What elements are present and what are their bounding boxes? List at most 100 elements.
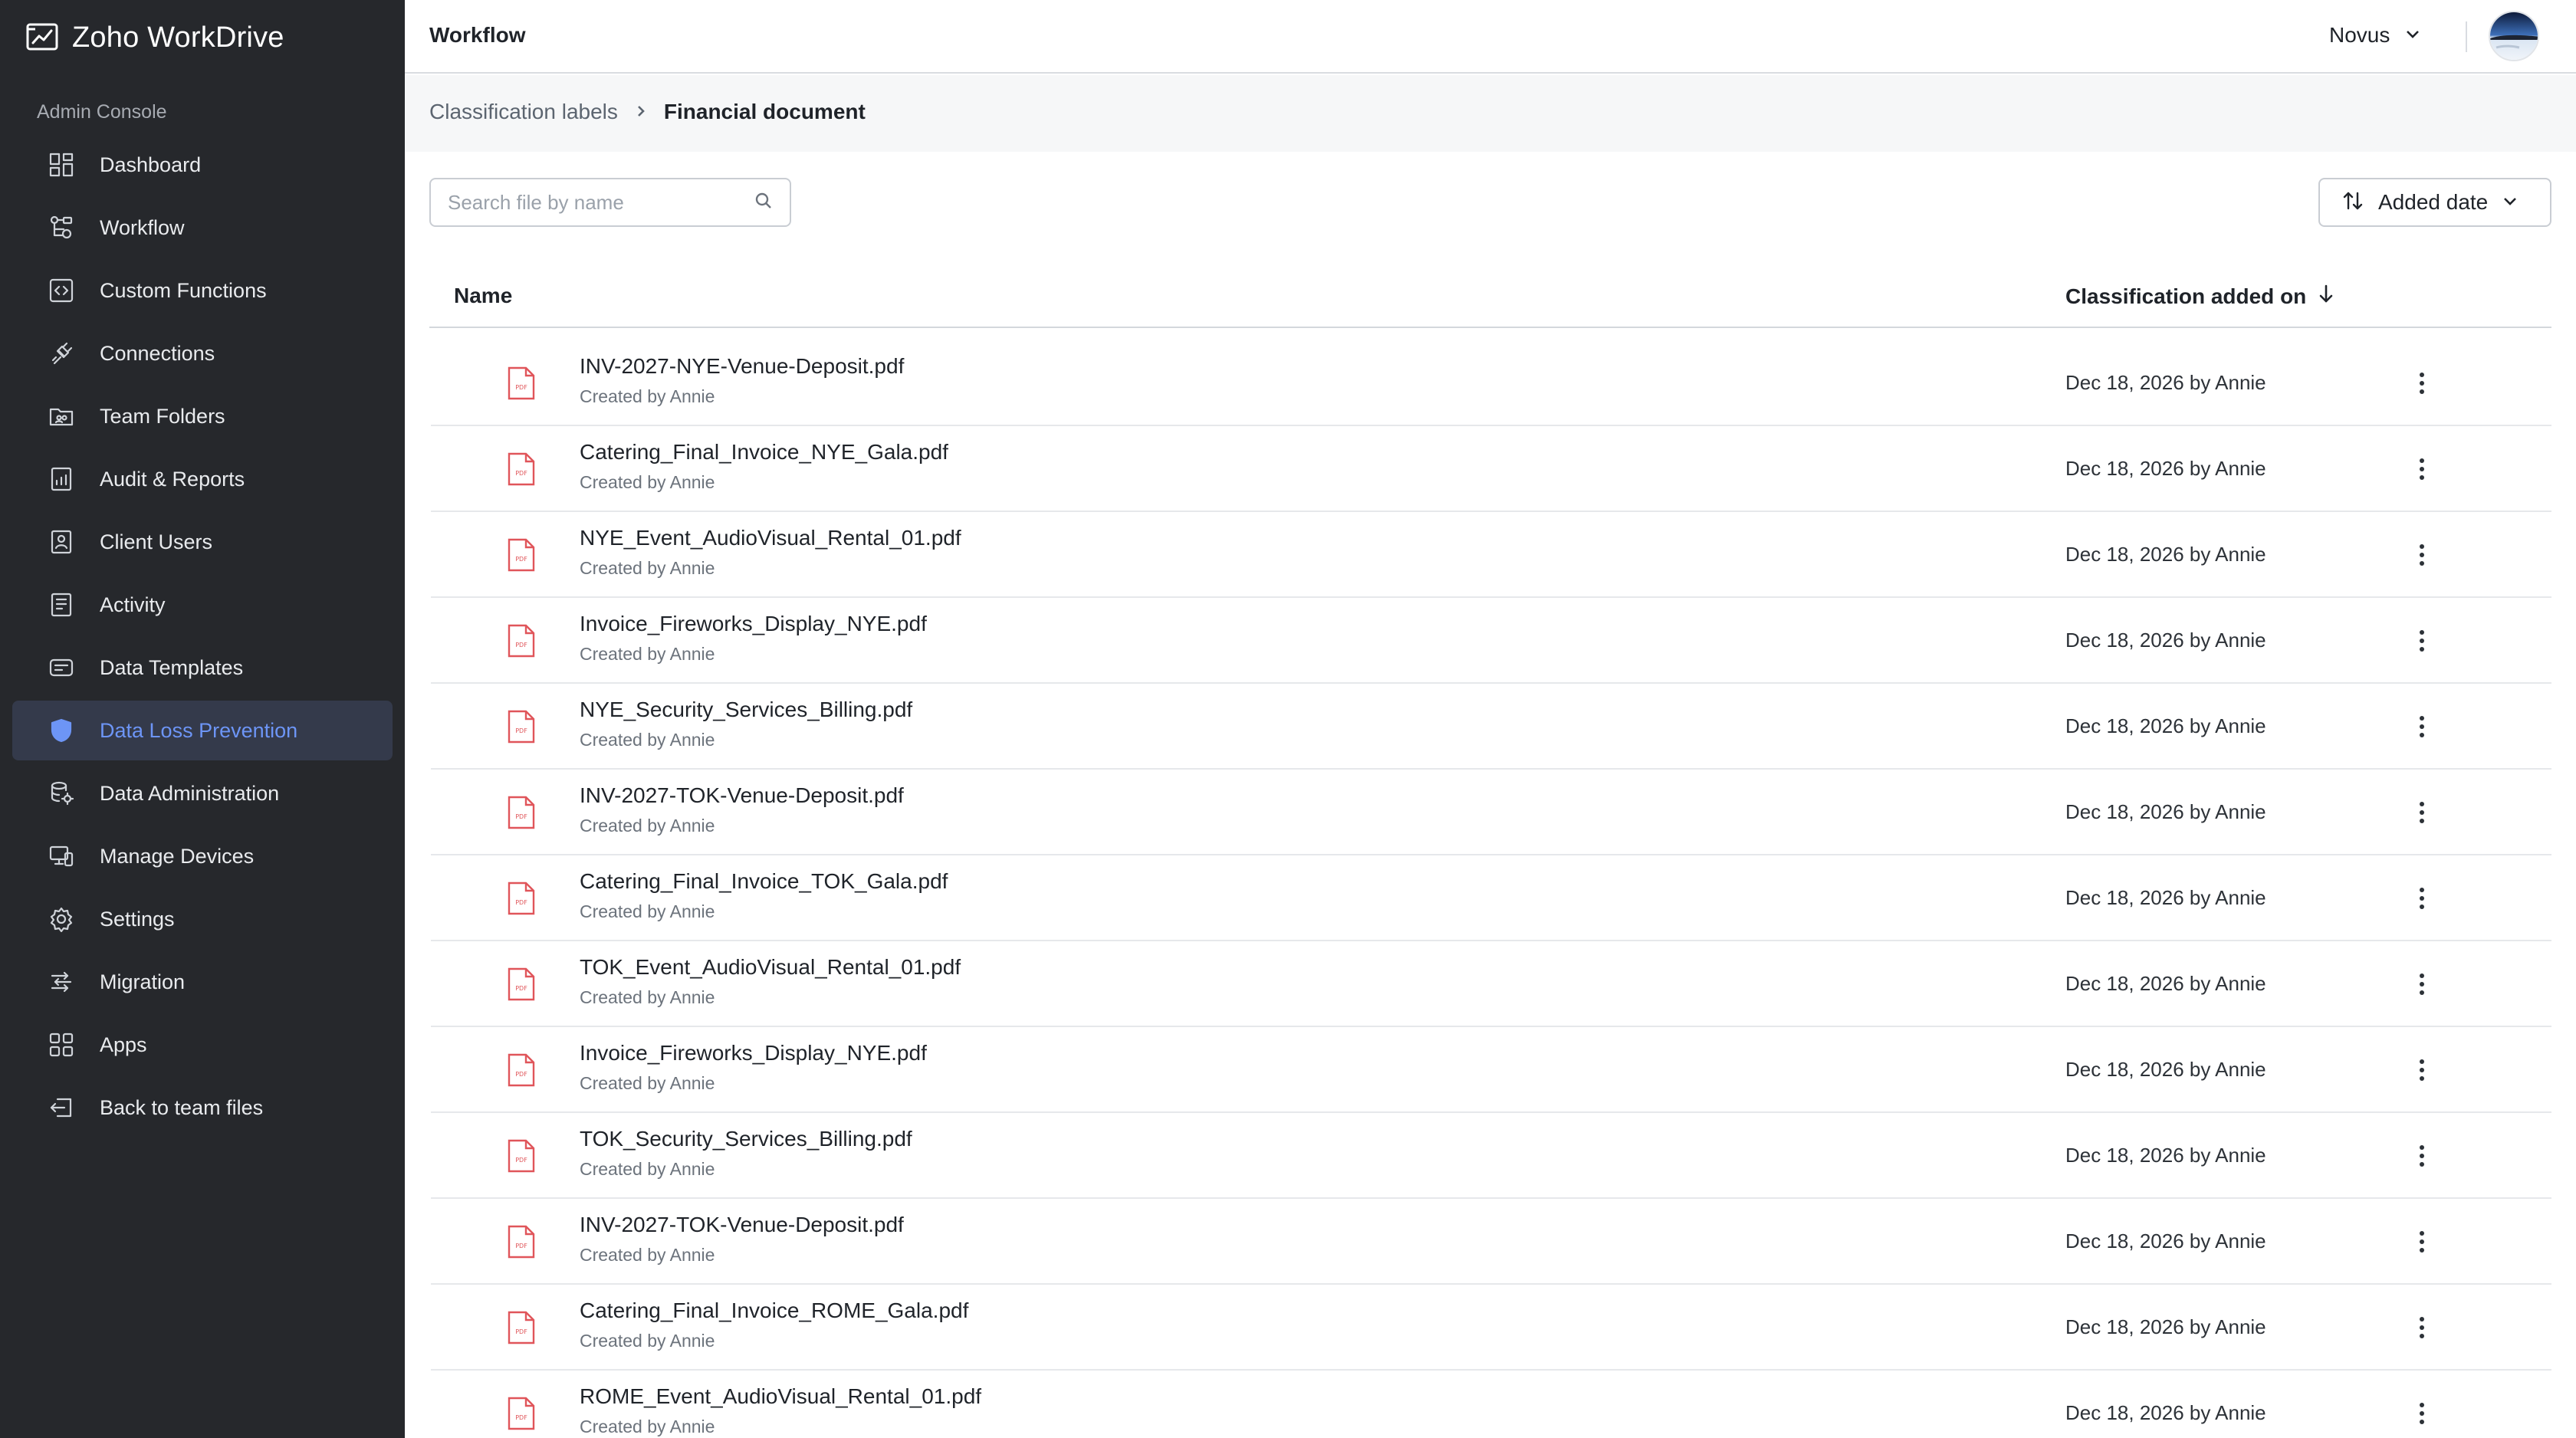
sidebar-item-apps[interactable]: Apps (12, 1015, 393, 1075)
pdf-file-icon: PDF (508, 710, 535, 744)
sidebar-item-client-users[interactable]: Client Users (12, 512, 393, 572)
apps-icon (48, 1031, 75, 1059)
table-row[interactable]: PDF Catering_Final_Invoice_NYE_Gala.pdf … (431, 426, 2551, 512)
table-header: Name Classification added on (429, 265, 2551, 328)
file-name[interactable]: ROME_Event_AudioVisual_Rental_01.pdf (580, 1384, 981, 1409)
more-vertical-icon[interactable] (2410, 967, 2433, 1001)
sort-dropdown[interactable]: Added date (2318, 178, 2551, 227)
file-name[interactable]: TOK_Security_Services_Billing.pdf (580, 1127, 912, 1151)
more-vertical-icon[interactable] (2410, 452, 2433, 486)
sidebar-item-label: Manage Devices (100, 844, 255, 868)
search-input[interactable] (448, 190, 754, 215)
workdrive-logo-icon (25, 18, 60, 57)
sidebar-item-dashboard[interactable]: Dashboard (12, 135, 393, 195)
file-created-by: Created by Annie (580, 386, 715, 406)
file-name[interactable]: NYE_Event_AudioVisual_Rental_01.pdf (580, 526, 961, 550)
table-row[interactable]: PDF Catering_Final_Invoice_TOK_Gala.pdf … (431, 855, 2551, 941)
file-name[interactable]: NYE_Security_Services_Billing.pdf (580, 698, 912, 722)
sidebar-item-data-loss-prevention[interactable]: Data Loss Prevention (12, 701, 393, 760)
classification-date: Dec 18, 2026 by Annie (2065, 371, 2266, 394)
sidebar-item-migration[interactable]: Migration (12, 952, 393, 1012)
file-created-by: Created by Annie (580, 1245, 715, 1265)
org-switcher[interactable]: Novus (2329, 23, 2422, 48)
more-vertical-icon[interactable] (2410, 882, 2433, 915)
more-vertical-icon[interactable] (2410, 1053, 2433, 1087)
data-administration-icon (48, 780, 75, 807)
sidebar-item-workflow[interactable]: Workflow (12, 198, 393, 258)
more-vertical-icon[interactable] (2410, 624, 2433, 658)
column-header-name[interactable]: Name (454, 284, 512, 308)
file-name[interactable]: INV-2027-NYE-Venue-Deposit.pdf (580, 354, 904, 379)
file-created-by: Created by Annie (580, 472, 715, 492)
svg-text:PDF: PDF (515, 813, 527, 820)
more-vertical-icon[interactable] (2410, 538, 2433, 572)
file-name[interactable]: Catering_Final_Invoice_ROME_Gala.pdf (580, 1298, 968, 1323)
svg-text:PDF: PDF (515, 899, 527, 906)
file-name[interactable]: INV-2027-TOK-Venue-Deposit.pdf (580, 1213, 904, 1237)
sidebar-item-back-to-team-files[interactable]: Back to team files (12, 1078, 393, 1138)
sidebar-item-data-administration[interactable]: Data Administration (12, 763, 393, 823)
more-vertical-icon[interactable] (2410, 710, 2433, 744)
sort-arrows-icon (2341, 189, 2364, 216)
more-vertical-icon[interactable] (2410, 1311, 2433, 1344)
pdf-file-icon: PDF (508, 1053, 535, 1087)
breadcrumb-classification-labels[interactable]: Classification labels (429, 100, 618, 124)
file-name[interactable]: TOK_Event_AudioVisual_Rental_01.pdf (580, 955, 961, 980)
sidebar-item-label: Custom Functions (100, 278, 267, 302)
sidebar-item-label: Team Folders (100, 404, 225, 428)
search-icon[interactable] (754, 192, 773, 214)
file-name[interactable]: Catering_Final_Invoice_TOK_Gala.pdf (580, 869, 948, 894)
sidebar-item-team-folders[interactable]: Team Folders (12, 386, 393, 446)
column-header-classification-date[interactable]: Classification added on (2065, 284, 2335, 309)
file-name[interactable]: Invoice_Fireworks_Display_NYE.pdf (580, 612, 927, 636)
dashboard-icon (48, 151, 75, 179)
admin-console-label: Admin Console (37, 101, 167, 123)
classification-date: Dec 18, 2026 by Annie (2065, 1144, 2266, 1167)
sidebar-item-activity[interactable]: Activity (12, 575, 393, 635)
table-row[interactable]: PDF NYE_Event_AudioVisual_Rental_01.pdf … (431, 512, 2551, 598)
sidebar-item-label: Data Templates (100, 655, 244, 679)
sidebar-nav: Dashboard Workflow Custom Functions Conn… (12, 135, 393, 1141)
sidebar-item-settings[interactable]: Settings (12, 889, 393, 949)
more-vertical-icon[interactable] (2410, 366, 2433, 400)
team-folders-icon (48, 402, 75, 430)
file-name[interactable]: Invoice_Fireworks_Display_NYE.pdf (580, 1041, 927, 1065)
org-name: Novus (2329, 23, 2390, 47)
table-row[interactable]: PDF Catering_Final_Invoice_ROME_Gala.pdf… (431, 1285, 2551, 1371)
table-row[interactable]: PDF Invoice_Fireworks_Display_NYE.pdf Cr… (431, 1027, 2551, 1113)
more-vertical-icon[interactable] (2410, 1139, 2433, 1173)
table-row[interactable]: PDF TOK_Event_AudioVisual_Rental_01.pdf … (431, 941, 2551, 1027)
pdf-file-icon: PDF (508, 1397, 535, 1430)
table-row[interactable]: PDF INV-2027-TOK-Venue-Deposit.pdf Creat… (431, 1199, 2551, 1285)
table-row[interactable]: PDF Invoice_Fireworks_Display_NYE.pdf Cr… (431, 598, 2551, 684)
sidebar-item-label: Data Administration (100, 781, 280, 805)
sidebar-item-manage-devices[interactable]: Manage Devices (12, 826, 393, 886)
chevron-down-icon (2502, 192, 2518, 213)
breadcrumb-bar: Classification labels Financial document (405, 75, 2576, 152)
column-header-label: Classification added on (2065, 284, 2307, 308)
table-row[interactable]: PDF ROME_Event_AudioVisual_Rental_01.pdf… (431, 1371, 2551, 1438)
more-vertical-icon[interactable] (2410, 796, 2433, 829)
table-row[interactable]: PDF INV-2027-TOK-Venue-Deposit.pdf Creat… (431, 770, 2551, 855)
more-vertical-icon[interactable] (2410, 1397, 2433, 1430)
gear-icon (48, 905, 75, 933)
sidebar-item-data-templates[interactable]: Data Templates (12, 638, 393, 698)
table-row[interactable]: PDF TOK_Security_Services_Billing.pdf Cr… (431, 1113, 2551, 1199)
sidebar-item-label: Activity (100, 593, 166, 616)
avatar[interactable] (2489, 11, 2539, 61)
sidebar-item-connections[interactable]: Connections (12, 323, 393, 383)
file-name[interactable]: Catering_Final_Invoice_NYE_Gala.pdf (580, 440, 948, 465)
more-vertical-icon[interactable] (2410, 1225, 2433, 1259)
table-row[interactable]: PDF NYE_Security_Services_Billing.pdf Cr… (431, 684, 2551, 770)
table-row[interactable]: PDF INV-2027-NYE-Venue-Deposit.pdf Creat… (431, 340, 2551, 426)
file-created-by: Created by Annie (580, 1073, 715, 1093)
svg-text:PDF: PDF (515, 985, 527, 992)
sidebar-item-audit-reports[interactable]: Audit & Reports (12, 449, 393, 509)
classification-date: Dec 18, 2026 by Annie (2065, 629, 2266, 652)
brand[interactable]: Zoho WorkDrive (25, 18, 284, 57)
connections-icon (48, 340, 75, 367)
sidebar-item-label: Client Users (100, 530, 213, 553)
file-name[interactable]: INV-2027-TOK-Venue-Deposit.pdf (580, 783, 904, 808)
svg-text:PDF: PDF (515, 727, 527, 734)
sidebar-item-custom-functions[interactable]: Custom Functions (12, 261, 393, 320)
